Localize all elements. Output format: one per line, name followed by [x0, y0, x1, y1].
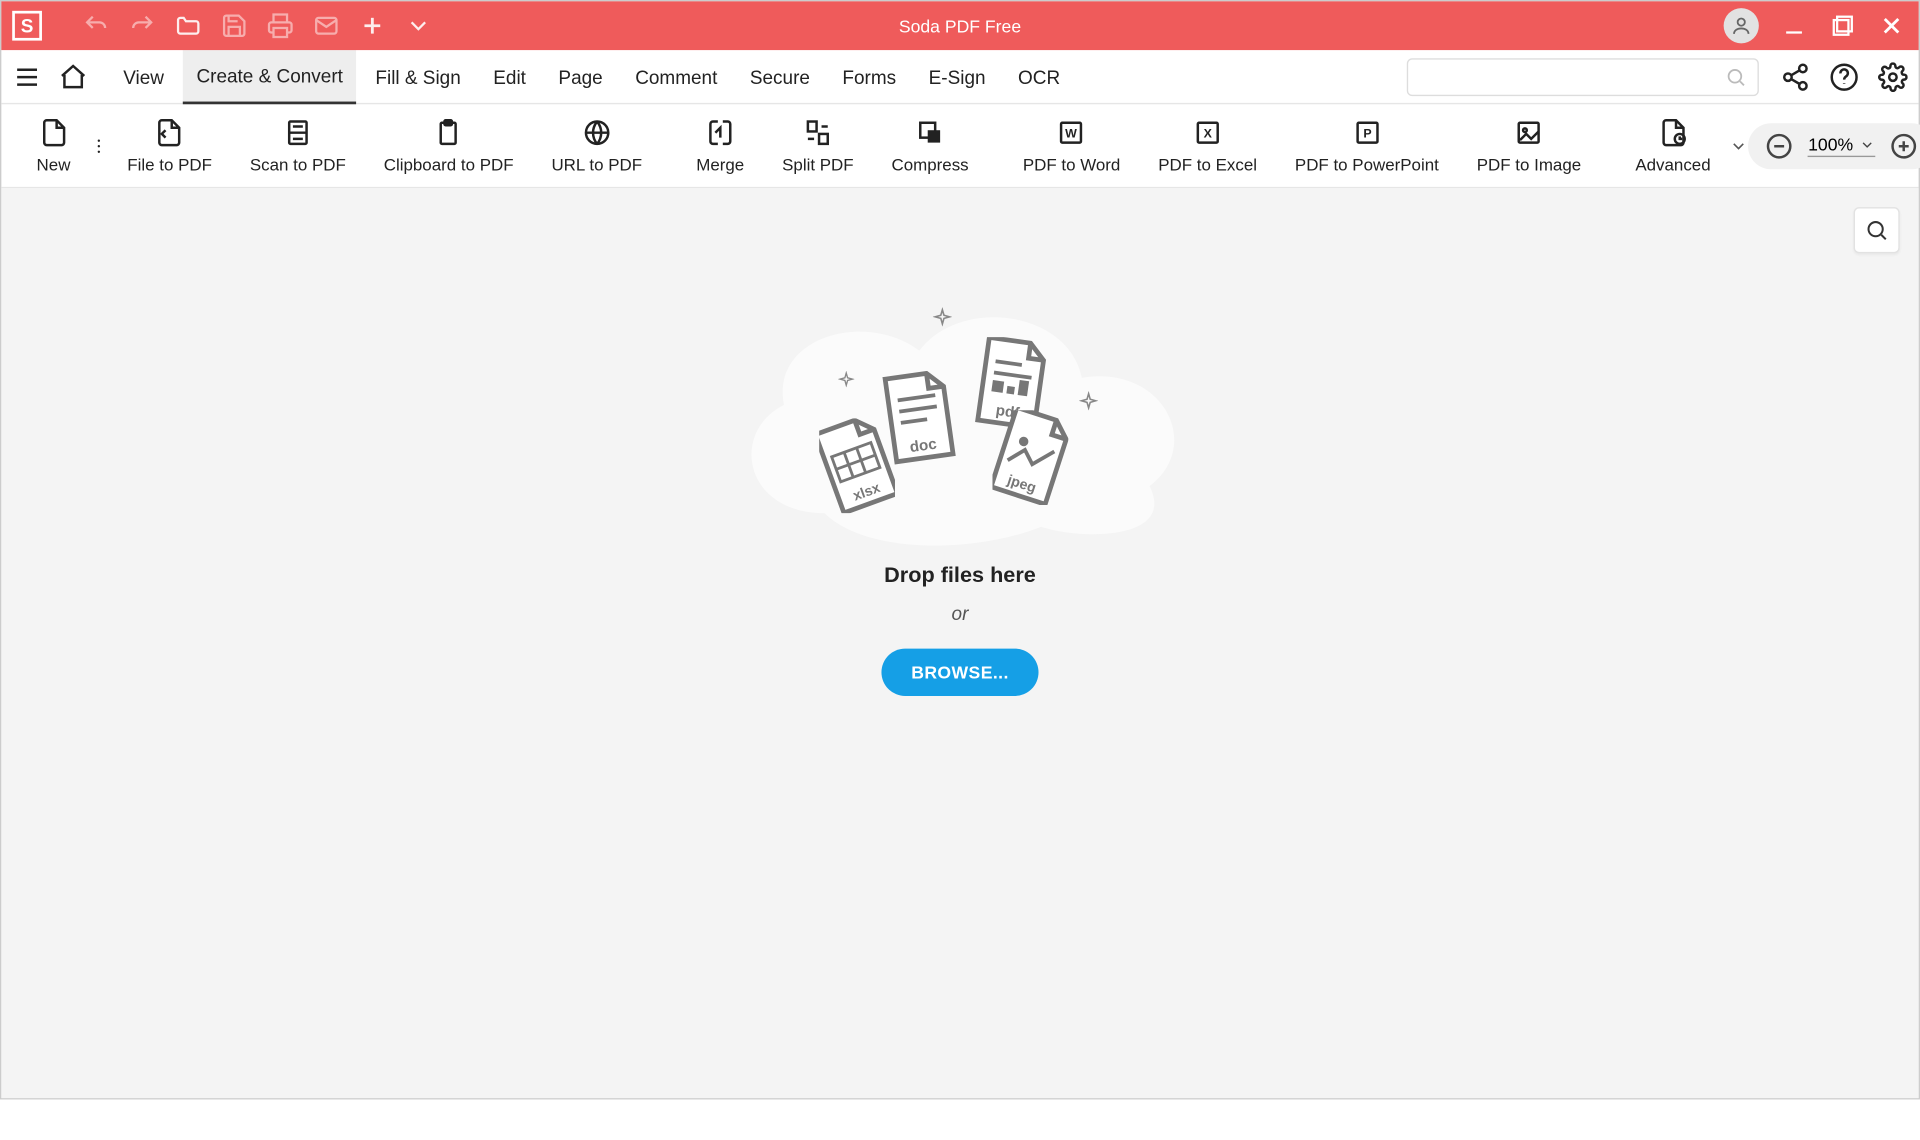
menu-label: OCR [1018, 66, 1060, 88]
help-icon[interactable] [1829, 62, 1859, 92]
menu-edit[interactable]: Edit [480, 49, 540, 103]
undo-icon[interactable] [83, 12, 110, 39]
tool-label: Compress [892, 155, 969, 174]
svg-text:P: P [1363, 126, 1371, 140]
redo-icon[interactable] [129, 12, 156, 39]
app-logo-letter: S [21, 15, 34, 37]
tool-advanced[interactable]: Advanced [1616, 104, 1729, 187]
menu-view[interactable]: View [110, 49, 178, 103]
menubar: View Create & Convert Fill & Sign Edit P… [1, 50, 1918, 104]
menu-ocr[interactable]: OCR [1004, 49, 1073, 103]
zoom-control: 100% [1749, 123, 1920, 169]
add-icon[interactable] [359, 12, 386, 39]
tool-compress[interactable]: Compress [873, 104, 988, 187]
menu-create-convert[interactable]: Create & Convert [183, 49, 357, 103]
menu-secure[interactable]: Secure [736, 49, 823, 103]
tool-pdf-to-powerpoint[interactable]: P PDF to PowerPoint [1276, 104, 1458, 187]
menu-label: Create & Convert [196, 64, 342, 86]
tool-label: Advanced [1635, 155, 1710, 174]
app-title: Soda PDF Free [899, 16, 1021, 36]
tool-label: File to PDF [127, 155, 212, 174]
tool-label: PDF to PowerPoint [1295, 155, 1439, 174]
chevron-down-icon [1859, 136, 1875, 152]
window-close-icon[interactable] [1878, 12, 1905, 39]
svg-text:doc: doc [909, 436, 938, 457]
svg-text:W: W [1066, 126, 1078, 140]
print-icon[interactable] [267, 12, 294, 39]
window-maximize-icon[interactable] [1829, 12, 1856, 39]
zoom-in-icon[interactable] [1888, 131, 1918, 161]
menu-label: Secure [750, 66, 810, 88]
account-avatar-icon[interactable] [1724, 8, 1759, 43]
chevron-down-icon[interactable] [1730, 136, 1749, 155]
search-field[interactable] [1407, 58, 1759, 96]
window-minimize-icon[interactable] [1781, 12, 1808, 39]
browse-label: BROWSE... [911, 662, 1009, 682]
hamburger-menu-icon[interactable] [12, 62, 42, 92]
tool-clipboard-to-pdf[interactable]: Clipboard to PDF [365, 104, 533, 187]
open-file-icon[interactable] [175, 12, 202, 39]
workspace: pdf doc xlsx jpeg Drop files here or BRO… [1, 188, 1918, 1098]
menu-label: Fill & Sign [375, 66, 460, 88]
menu-fill-sign[interactable]: Fill & Sign [362, 49, 474, 103]
tool-label: URL to PDF [551, 155, 642, 174]
tool-label: Merge [696, 155, 744, 174]
tool-pdf-to-word[interactable]: W PDF to Word [1004, 104, 1139, 187]
dropzone[interactable]: pdf doc xlsx jpeg Drop files here or BRO… [703, 269, 1218, 696]
or-text: or [703, 603, 1218, 625]
tool-pdf-to-excel[interactable]: X PDF to Excel [1139, 104, 1276, 187]
menu-label: View [123, 66, 164, 88]
tool-scan-to-pdf[interactable]: Scan to PDF [231, 104, 365, 187]
tool-label: PDF to Image [1477, 155, 1581, 174]
share-icon[interactable] [1781, 62, 1811, 92]
app-logo: S [12, 11, 42, 41]
menu-page[interactable]: Page [545, 49, 616, 103]
settings-gear-icon[interactable] [1878, 62, 1908, 92]
tool-file-to-pdf[interactable]: File to PDF [108, 104, 231, 187]
tool-label: PDF to Excel [1158, 155, 1257, 174]
menu-label: Comment [635, 66, 717, 88]
zoom-value: 100% [1808, 134, 1853, 154]
menu-label: Page [558, 66, 602, 88]
zoom-value-dropdown[interactable]: 100% [1808, 134, 1875, 157]
mail-icon[interactable] [313, 12, 340, 39]
search-input[interactable] [1419, 66, 1725, 86]
menu-label: E-Sign [929, 66, 986, 88]
menu-comment[interactable]: Comment [622, 49, 731, 103]
tool-merge[interactable]: Merge [677, 104, 763, 187]
tool-pdf-to-image[interactable]: PDF to Image [1458, 104, 1600, 187]
find-in-page-icon[interactable] [1854, 207, 1900, 253]
tool-label: Scan to PDF [250, 155, 346, 174]
tool-split-pdf[interactable]: Split PDF [763, 104, 872, 187]
tool-label: Clipboard to PDF [384, 155, 514, 174]
search-icon [1725, 66, 1747, 88]
tool-new[interactable]: New [18, 104, 90, 187]
browse-button[interactable]: BROWSE... [881, 649, 1038, 696]
drop-text: Drop files here [703, 565, 1218, 589]
menu-label: Forms [842, 66, 896, 88]
titlebar: S [1, 1, 1918, 50]
menu-esign[interactable]: E-Sign [915, 49, 999, 103]
tool-url-to-pdf[interactable]: URL to PDF [533, 104, 662, 187]
zoom-out-icon[interactable] [1765, 131, 1795, 161]
chevron-down-icon[interactable] [405, 12, 432, 39]
menu-label: Edit [493, 66, 526, 88]
svg-text:X: X [1203, 126, 1212, 140]
tool-label: New [37, 155, 71, 174]
home-icon[interactable] [58, 62, 88, 92]
drop-illustration: pdf doc xlsx jpeg [703, 269, 1218, 553]
tool-label: Split PDF [782, 155, 853, 174]
tool-label: PDF to Word [1023, 155, 1121, 174]
save-icon[interactable] [221, 12, 248, 39]
menu-forms[interactable]: Forms [829, 49, 910, 103]
toolbar: New File to PDF Scan to PDF Clipboard to… [1, 104, 1918, 188]
kebab-icon[interactable] [89, 136, 108, 155]
